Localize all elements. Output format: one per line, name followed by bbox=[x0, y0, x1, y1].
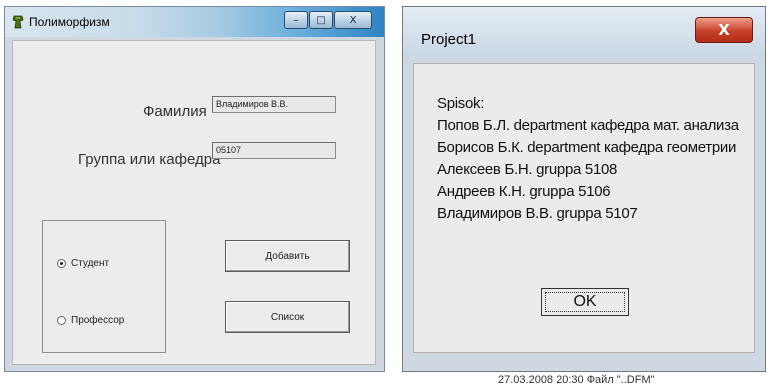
radio-professor-icon bbox=[57, 316, 66, 325]
background-file-info: 27.03.2008 20:30 Файл "..DFM" bbox=[498, 374, 655, 386]
close-icon: X bbox=[349, 14, 357, 26]
maximize-icon: □ bbox=[316, 14, 326, 26]
radio-student-icon bbox=[57, 259, 66, 268]
radio-student[interactable]: Студент bbox=[57, 258, 109, 269]
group-input[interactable]: 05107 bbox=[212, 142, 336, 159]
radio-professor-label: Профессор bbox=[71, 315, 125, 326]
list-button[interactable]: Список bbox=[225, 301, 350, 333]
dialog-close-button[interactable]: X bbox=[695, 17, 753, 43]
ok-button[interactable]: OK bbox=[541, 288, 629, 316]
radio-professor[interactable]: Профессор bbox=[57, 315, 124, 326]
close-button[interactable]: X bbox=[334, 11, 372, 29]
role-radio-group bbox=[42, 220, 166, 353]
message-line: Попов Б.Л. department кафедра мат. анали… bbox=[437, 117, 739, 134]
main-window: Полиморфизм – □ X Фамилия Владимиров В.В… bbox=[4, 6, 385, 372]
dialog-titlebar[interactable]: Project1 X bbox=[403, 7, 765, 57]
message-line: Андреев К.Н. gruppa 5106 bbox=[437, 183, 611, 200]
main-window-titlebar[interactable]: Полиморфизм – □ X bbox=[5, 7, 384, 37]
minimize-button[interactable]: – bbox=[284, 11, 308, 29]
radio-student-label: Студент bbox=[71, 258, 110, 269]
message-line: Spisok: bbox=[437, 95, 485, 112]
surname-input[interactable]: Владимиров В.В. bbox=[212, 96, 336, 113]
add-button[interactable]: Добавить bbox=[225, 240, 350, 272]
message-line: Борисов Б.К. department кафедра геометри… bbox=[437, 139, 737, 156]
dialog-client: Spisok: Попов Б.Л. department кафедра ма… bbox=[413, 63, 755, 353]
ok-button-label: OK bbox=[573, 293, 597, 310]
minimize-icon: – bbox=[293, 14, 299, 26]
dialog-message: Spisok: Попов Б.Л. department кафедра ма… bbox=[437, 93, 739, 225]
app-icon bbox=[12, 15, 24, 29]
message-line: Владимиров В.В. gruppa 5107 bbox=[437, 205, 638, 222]
group-label: Группа или кафедра bbox=[78, 151, 221, 168]
main-window-title: Полиморфизм bbox=[29, 15, 110, 29]
message-dialog: Project1 X Spisok: Попов Б.Л. department… bbox=[402, 6, 766, 372]
dialog-title: Project1 bbox=[421, 31, 477, 48]
maximize-button[interactable]: □ bbox=[309, 11, 333, 29]
surname-label: Фамилия bbox=[143, 103, 207, 120]
message-line: Алексеев Б.Н. gruppa 5108 bbox=[437, 161, 618, 178]
main-window-client: Фамилия Владимиров В.В. Группа или кафед… bbox=[12, 40, 376, 365]
close-icon: X bbox=[718, 21, 730, 39]
